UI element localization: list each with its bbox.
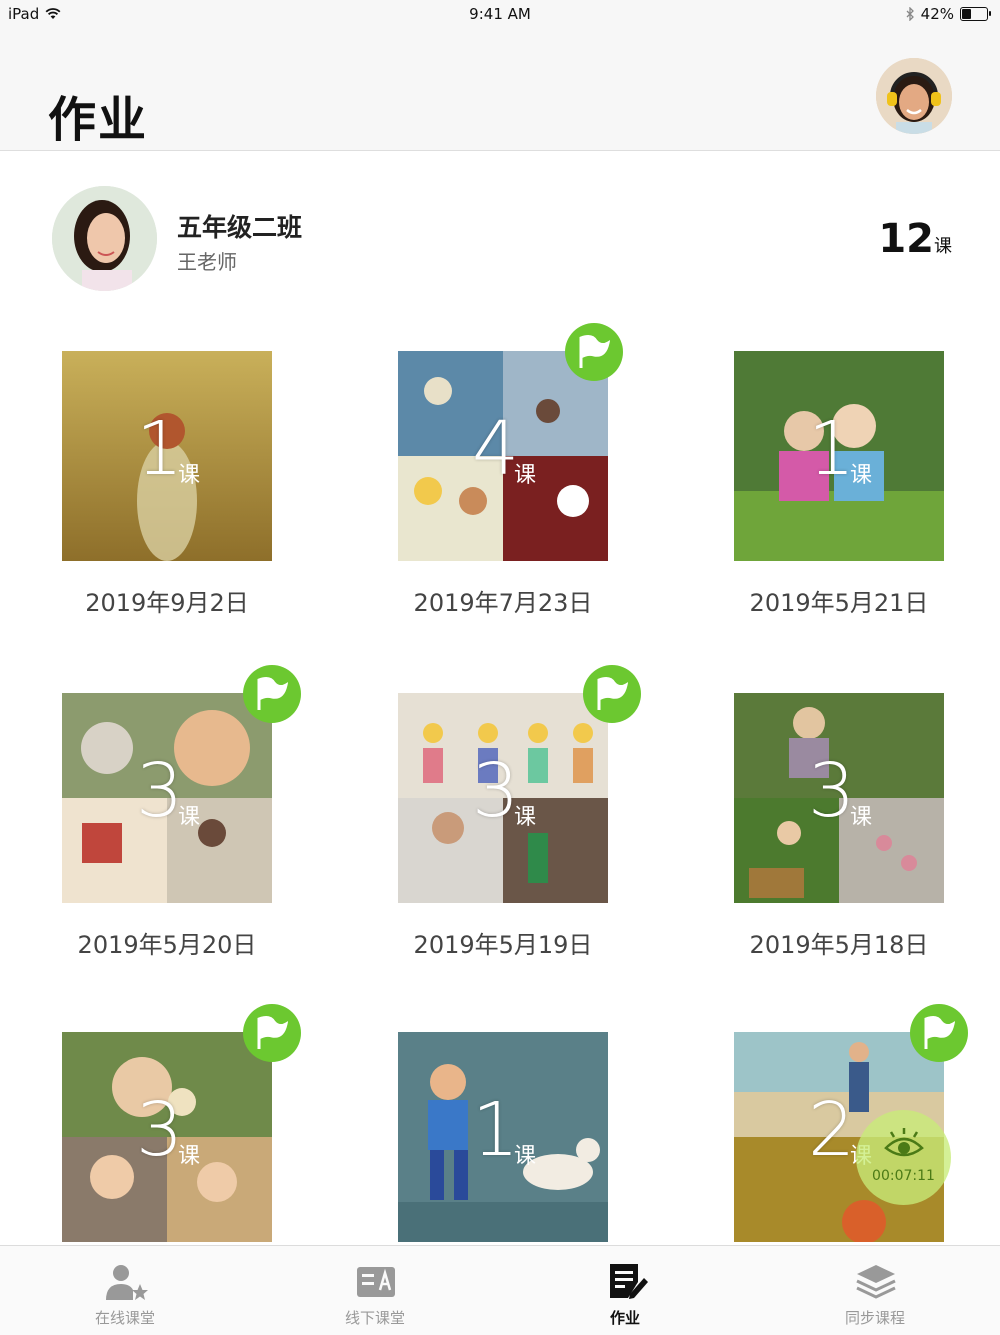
flag-icon [257,1016,288,1049]
teacher-avatar [52,186,157,291]
card-date: 2019年5月21日 [749,589,929,617]
card-lesson-unit: 课 [178,463,201,488]
battery-percent: 42% [920,5,954,23]
flag-badge [243,665,301,723]
status-bar: iPad 9:41 AM 42% [0,0,1000,30]
flag-badge [243,1004,301,1062]
floating-timer-button[interactable]: 00:07:11 [856,1110,951,1205]
class-name: 五年级二班 [177,213,303,242]
lesson-count: 12课 [878,216,952,262]
card-lesson-unit: 课 [850,463,873,488]
card-lesson-unit: 课 [850,805,873,830]
offline-class-icon [357,1267,395,1297]
card-date: 2019年9月2日 [85,589,249,617]
card-date: 2019年5月19日 [413,931,593,959]
flag-badge [565,323,623,381]
flag-icon [597,677,628,710]
tab-online-class[interactable]: 在线课堂 [0,1246,250,1335]
card-lesson-unit: 课 [178,1144,201,1169]
page-header: 作业 [0,30,1000,151]
lesson-count-value: 12 [878,216,934,262]
online-class-icon [106,1265,148,1300]
homework-icon [610,1264,648,1299]
eye-icon [884,1128,924,1157]
sync-course-icon [856,1265,896,1299]
card-lesson-count: 3 [472,748,520,834]
user-avatar[interactable] [876,58,952,134]
card-lesson-count: 1 [472,1087,520,1173]
card-lesson-unit: 课 [178,805,201,830]
bluetooth-icon [906,7,914,21]
page-title: 作业 [48,92,149,148]
timer-value: 00:07:11 [872,1168,935,1184]
tab-label: 作业 [609,1309,640,1327]
card-date: 2019年5月18日 [749,931,929,959]
tab-offline-class[interactable]: 线下课堂 [250,1246,500,1335]
card-lesson-count: 1 [136,406,184,492]
card-lesson-unit: 课 [514,1144,537,1169]
flag-icon [257,677,288,710]
tab-sync-course[interactable]: 同步课程 [750,1246,1000,1335]
card-lesson-unit: 课 [514,463,537,488]
flag-icon [924,1016,955,1049]
lesson-count-unit: 课 [934,236,952,257]
battery-icon [960,7,991,21]
flag-badge [583,665,641,723]
card-date: 2019年5月20日 [77,931,257,959]
card-lesson-count: 3 [808,748,856,834]
card-lesson-count: 2 [808,1087,856,1173]
clock: 9:41 AM [469,5,531,23]
card-lesson-count: 3 [136,748,184,834]
card-lesson-unit: 课 [514,805,537,830]
tab-label: 线下课堂 [344,1309,405,1327]
tab-homework[interactable]: 作业 [500,1246,750,1335]
card-date: 2019年7月23日 [413,589,593,617]
teacher-name: 王老师 [177,250,237,274]
flag-icon [579,335,610,368]
tab-bar: 在线课堂 线下课堂 作业 同步课程 [0,1245,1000,1335]
card-lesson-count: 1 [808,406,856,492]
card-lesson-count: 3 [136,1087,184,1173]
flag-badge [910,1004,968,1062]
tab-label: 同步课程 [844,1309,905,1327]
card-lesson-count: 4 [472,406,520,492]
teacher-info: 五年级二班 王老师 12课 [52,186,952,292]
tab-label: 在线课堂 [94,1309,155,1327]
